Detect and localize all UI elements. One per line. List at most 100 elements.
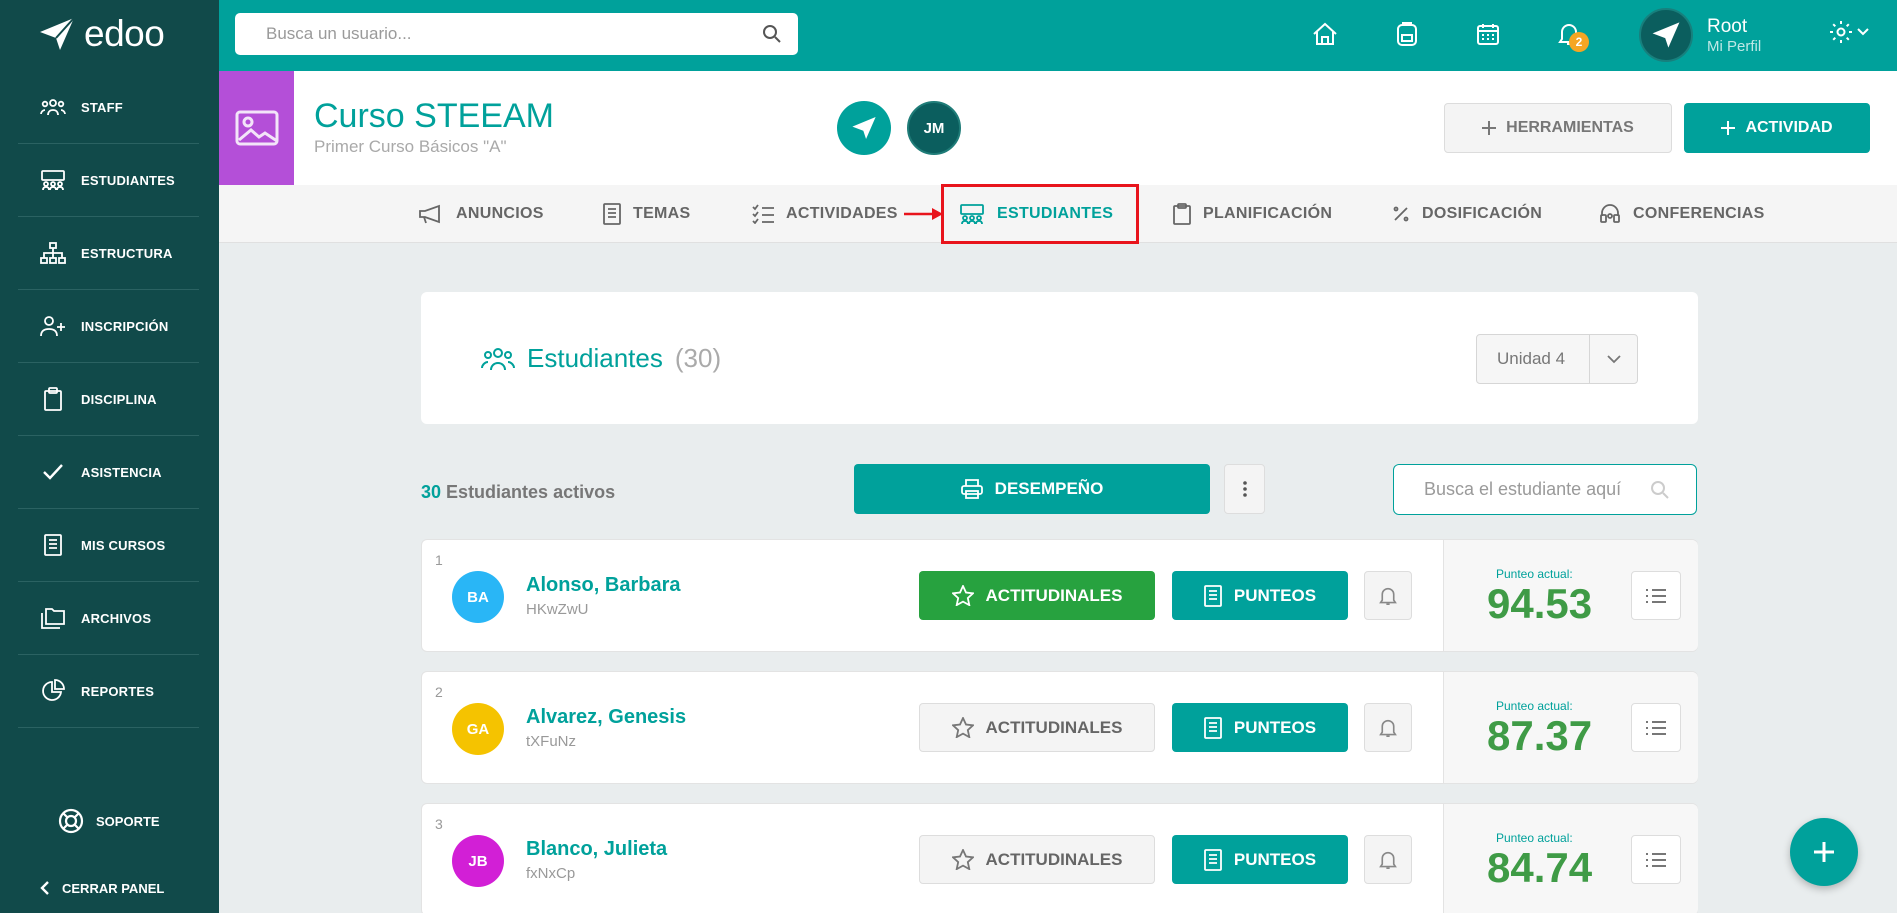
teacher-avatar[interactable] [837,101,891,155]
calendar-icon[interactable] [1472,18,1504,50]
details-button[interactable] [1631,571,1681,620]
sidebar-item-reportes[interactable]: REPORTES [18,655,199,728]
unit-select[interactable]: Unidad 4 [1476,334,1638,384]
sidebar-item-asistencia[interactable]: ASISTENCIA [18,436,199,509]
student-code: fxNxCp [526,865,576,882]
megaphone-icon [419,204,440,224]
more-options-button[interactable] [1224,464,1265,514]
search-icon[interactable] [1650,480,1670,500]
sidebar-item-archivos[interactable]: ARCHIVOS [18,582,199,655]
details-button[interactable] [1631,703,1681,752]
users-icon [481,347,515,370]
scores-button[interactable]: PUNTEOS [1172,571,1348,620]
home-icon[interactable] [1309,18,1341,50]
tab-temas[interactable]: TEMAS [603,185,691,243]
scores-button[interactable]: PUNTEOS [1172,835,1348,884]
structure-icon [39,242,67,264]
student-name[interactable]: Alonso, Barbara [526,574,680,597]
student-name[interactable]: Alvarez, Genesis [526,706,686,729]
user-search[interactable] [235,13,798,55]
avatar[interactable]: GA [452,703,504,755]
tools-label: HERRAMIENTAS [1506,119,1634,136]
book-icon [1204,848,1222,871]
avatar[interactable]: JB [452,835,504,887]
plus-icon [1482,121,1497,135]
highlight-box [941,184,1139,244]
row-number: 2 [435,684,443,700]
settings-menu[interactable] [1829,20,1869,44]
sidebar: edoo STAFF ESTUDIANTES ESTRUCTURA INSCRI… [0,0,219,913]
avatar[interactable]: BA [452,571,504,623]
student-code: tXFuNz [526,733,577,750]
user-search-input[interactable] [266,24,762,44]
add-activity-button[interactable]: ACTIVIDAD [1684,103,1870,153]
close-panel-button[interactable]: CERRAR PANEL [40,880,164,896]
tab-planificacion[interactable]: PLANIFICACIÓN [1173,185,1332,243]
student-search-input[interactable] [1424,479,1650,500]
search-icon[interactable] [762,24,782,44]
tab-dosificacion[interactable]: DOSIFICACIÓN [1392,185,1542,243]
staff-icon [39,97,67,117]
printer-icon [960,479,983,499]
notifications-button[interactable]: 2 [1553,18,1589,52]
add-fab-button[interactable] [1790,818,1858,886]
add-user-icon [39,315,67,337]
tab-conferencias[interactable]: CONFERENCIAS [1599,185,1765,243]
paper-plane-icon [1652,22,1680,48]
sidebar-item-label: ESTRUCTURA [81,245,173,261]
tab-actividades[interactable]: ACTIVIDADES [752,185,898,243]
star-icon [951,849,974,870]
support-link[interactable]: SOPORTE [58,808,160,834]
tools-button[interactable]: HERRAMIENTAS [1444,103,1672,153]
scores-label: PUNTEOS [1233,717,1317,737]
students-title-text: Estudiantes [527,343,663,373]
list-icon [1646,852,1666,867]
user-profile[interactable]: Root Mi Perfil [1639,8,1761,62]
notify-button[interactable] [1364,703,1412,752]
sidebar-item-label: MIS CURSOS [81,537,166,553]
user-name: Root [1707,15,1748,37]
course-image[interactable] [219,71,294,185]
sidebar-item-label: STAFF [81,99,123,115]
tab-anuncios[interactable]: ANUNCIOS [418,185,544,243]
tab-label: TEMAS [633,205,691,222]
list-icon [1646,588,1666,603]
activity-label: ACTIVIDAD [1745,119,1833,136]
sidebar-item-estudiantes[interactable]: ESTUDIANTES [18,144,199,217]
attitudinal-button[interactable]: ACTITUDINALES [919,835,1155,884]
sidebar-item-label: INSCRIPCIÓN [81,318,169,334]
avatar [1639,8,1693,62]
student-name[interactable]: Blanco, Julieta [526,838,667,861]
sidebar-item-staff[interactable]: STAFF [18,71,199,144]
student-code: HKwZwU [526,601,589,618]
scores-label: PUNTEOS [1233,849,1317,869]
score-label: Punteo actual: [1496,567,1573,581]
details-button[interactable] [1631,835,1681,884]
more-vertical-icon [1242,481,1247,497]
student-search[interactable] [1393,464,1697,515]
backpack-icon[interactable] [1391,18,1423,50]
notify-button[interactable] [1364,835,1412,884]
performance-button[interactable]: DESEMPEÑO [854,464,1210,514]
clipboard-icon [39,387,67,411]
sidebar-item-mis-cursos[interactable]: MIS CURSOS [18,509,199,582]
star-icon [951,717,974,738]
lifebuoy-icon [58,808,84,834]
paper-plane-icon [40,17,75,50]
check-icon [39,463,67,481]
logo[interactable]: edoo [38,12,165,56]
sidebar-item-estructura[interactable]: ESTRUCTURA [18,217,199,290]
teacher-avatar-initials[interactable]: JM [907,101,961,155]
bell-icon [1379,719,1397,737]
chevron-down-icon [1857,28,1869,36]
sidebar-item-inscripcion[interactable]: INSCRIPCIÓN [18,290,199,363]
tab-label: ACTIVIDADES [786,205,898,222]
gear-icon [1830,21,1852,43]
attitudinal-button[interactable]: ACTITUDINALES [919,703,1155,752]
unit-select-value: Unidad 4 [1497,349,1566,368]
attitudinal-button[interactable]: ACTITUDINALES [919,571,1155,620]
notify-button[interactable] [1364,571,1412,620]
course-subtitle: Primer Curso Básicos "A" [314,137,507,156]
sidebar-item-disciplina[interactable]: DISCIPLINA [18,363,199,436]
scores-button[interactable]: PUNTEOS [1172,703,1348,752]
